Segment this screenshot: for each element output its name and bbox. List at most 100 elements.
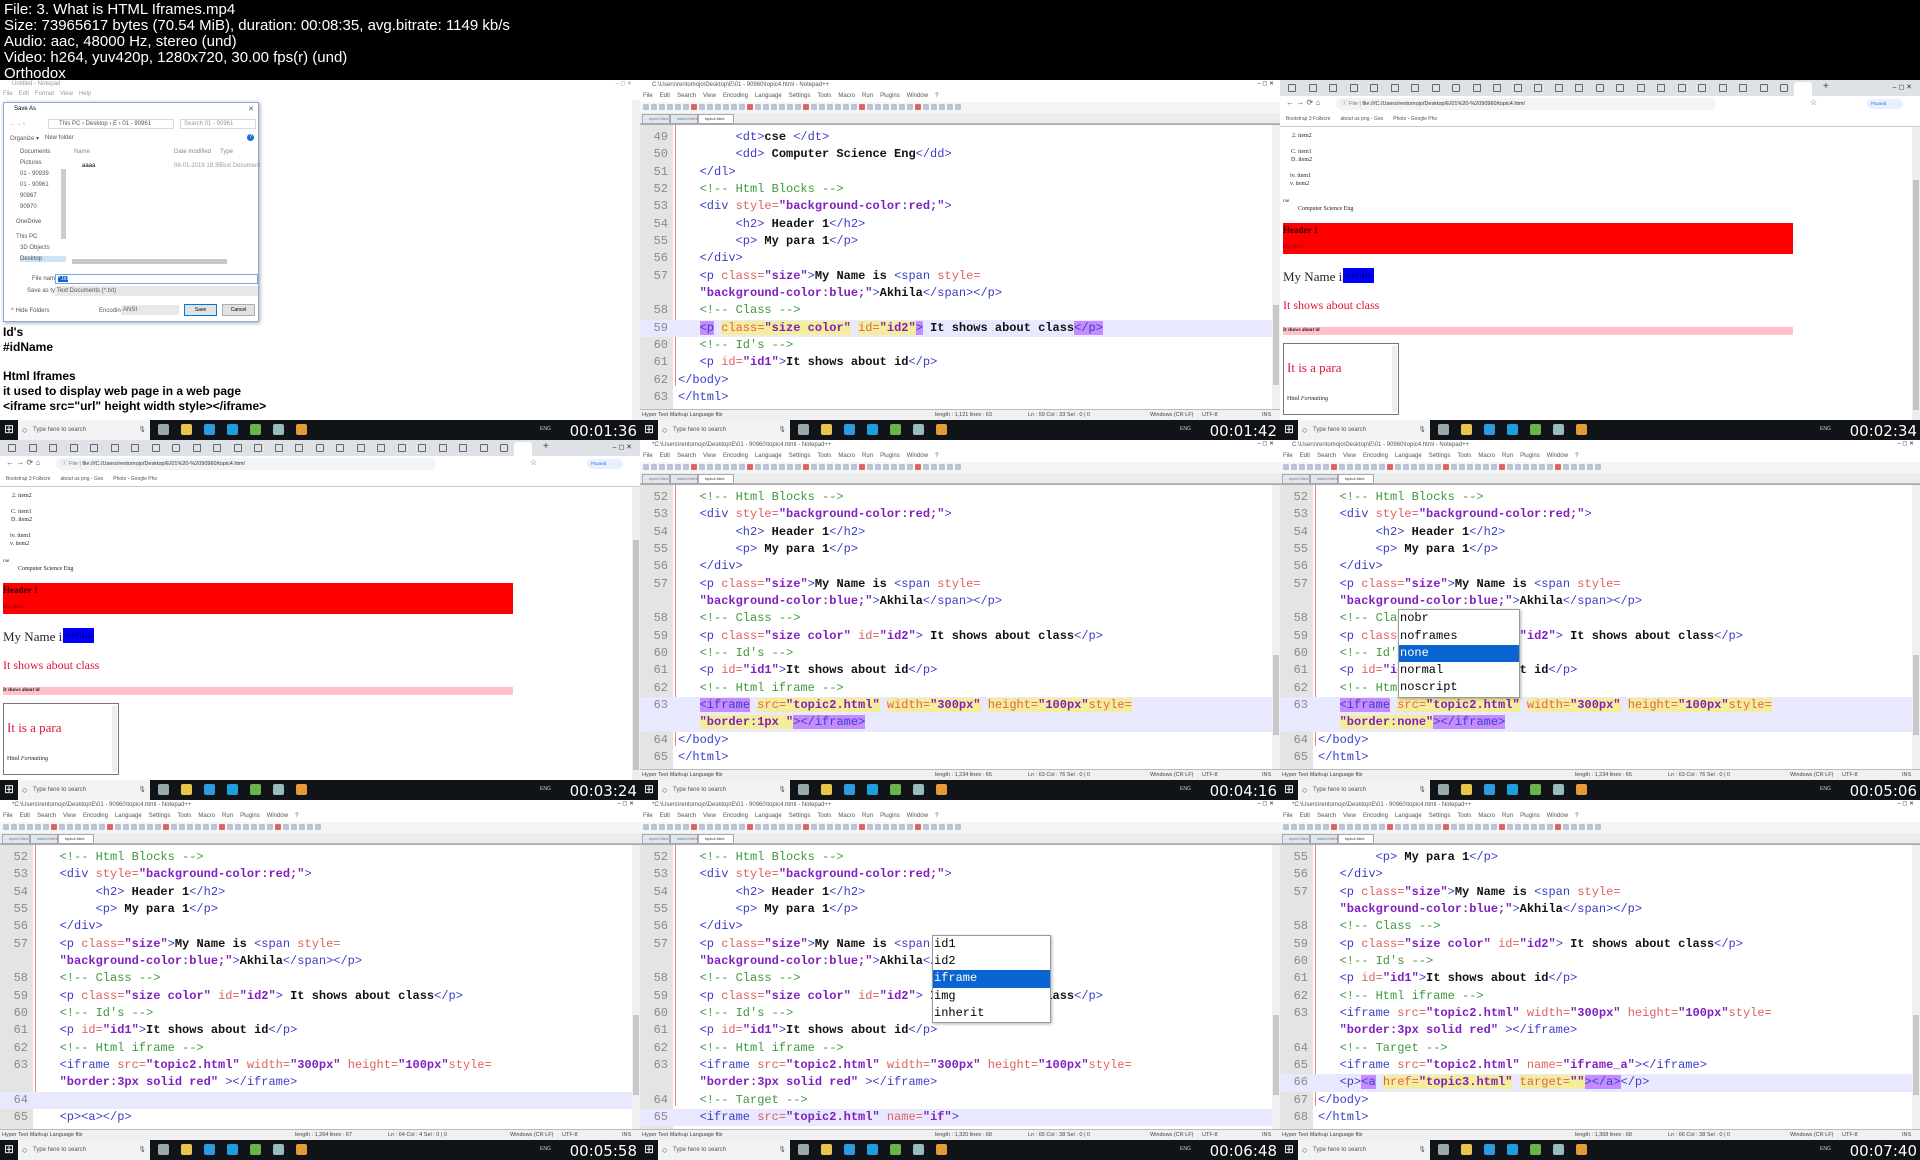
vertical-scrollbar[interactable] xyxy=(1272,125,1280,409)
menu-item[interactable]: Tools xyxy=(1457,451,1471,462)
toolbar-button-icon[interactable] xyxy=(747,104,753,110)
scrollbar-thumb[interactable] xyxy=(1273,1015,1279,1095)
toolbar-button-icon[interactable] xyxy=(819,464,825,470)
toolbar-button-icon[interactable] xyxy=(811,104,817,110)
toolbar-button-icon[interactable] xyxy=(923,824,929,830)
toolbar-button-icon[interactable] xyxy=(667,104,673,110)
window-controls[interactable]: – ◻ ✕ xyxy=(1897,800,1914,807)
file-tab[interactable]: topic4.html xyxy=(1338,474,1374,484)
toolbar-button-icon[interactable] xyxy=(707,824,713,830)
browser-tab[interactable] xyxy=(1472,84,1481,92)
toolbar-button-icon[interactable] xyxy=(1307,464,1313,470)
toolbar-button-icon[interactable] xyxy=(139,824,145,830)
toolbar-button-icon[interactable] xyxy=(819,824,825,830)
toolbar-button-icon[interactable] xyxy=(931,824,937,830)
toolbar-button-icon[interactable] xyxy=(1419,464,1425,470)
vertical-scrollbar[interactable] xyxy=(1912,845,1920,1129)
file-tab[interactable]: topic2.html xyxy=(2,834,30,844)
address-bar[interactable]: ⓘ File | file:///C:/Users/rentomojo/Desk… xyxy=(56,458,436,470)
toolbar-button-icon[interactable] xyxy=(763,824,769,830)
toolbar-button-icon[interactable] xyxy=(1363,464,1369,470)
notepadpp-icon[interactable] xyxy=(1530,784,1541,795)
encoding-select[interactable]: ANSI xyxy=(121,305,179,315)
menu-item[interactable]: Settings xyxy=(789,451,811,462)
menu-item[interactable]: Search xyxy=(1317,811,1336,822)
toolbar-button-icon[interactable] xyxy=(43,824,49,830)
toolbar-button-icon[interactable] xyxy=(1507,824,1513,830)
scrollbar-thumb[interactable] xyxy=(633,1015,639,1095)
window-controls[interactable]: – ◻ ✕ xyxy=(617,800,634,807)
toolbar-button-icon[interactable] xyxy=(251,824,257,830)
autocomplete-item[interactable]: id2 xyxy=(933,953,1050,970)
file-tab[interactable]: index3.html xyxy=(1310,474,1338,484)
nav-item[interactable]: 3D Objects xyxy=(20,245,66,251)
toolbar-button-icon[interactable] xyxy=(795,104,801,110)
toolbar-button-icon[interactable] xyxy=(1371,464,1377,470)
toolbar-button-icon[interactable] xyxy=(923,104,929,110)
path-bar[interactable]: This PC › Desktop › E › 01 - 90961 xyxy=(48,119,174,129)
toolbar-button-icon[interactable] xyxy=(867,104,873,110)
browser-tab[interactable] xyxy=(192,444,201,452)
toolbar-button-icon[interactable] xyxy=(755,464,761,470)
browser-tab[interactable] xyxy=(438,444,447,452)
toolbar-button-icon[interactable] xyxy=(1331,464,1337,470)
toolbar-button-icon[interactable] xyxy=(1299,824,1305,830)
browser-tab[interactable] xyxy=(28,444,37,452)
start-button[interactable]: ⊞ xyxy=(644,1142,654,1156)
toolbar-button-icon[interactable] xyxy=(243,824,249,830)
toolbar-button-icon[interactable] xyxy=(939,824,945,830)
skype-icon[interactable] xyxy=(1507,424,1518,435)
toolbar-button-icon[interactable] xyxy=(907,464,913,470)
toolbar-button-icon[interactable] xyxy=(1411,824,1417,830)
save-type-select[interactable]: Text Documents (*.txt) xyxy=(55,286,258,296)
file-tab[interactable]: index3.html xyxy=(1310,834,1338,844)
help-icon[interactable]: ? xyxy=(247,134,254,141)
toolbar-button-icon[interactable] xyxy=(787,104,793,110)
file-tab[interactable]: topic4.html xyxy=(698,114,734,124)
notepadpp-icon[interactable] xyxy=(250,784,261,795)
vertical-scrollbar[interactable] xyxy=(1912,485,1920,769)
toolbar-button-icon[interactable] xyxy=(1443,824,1449,830)
toolbar-button-icon[interactable] xyxy=(835,464,841,470)
toolbar-button-icon[interactable] xyxy=(795,464,801,470)
toolbar-button-icon[interactable] xyxy=(875,824,881,830)
skype-icon[interactable] xyxy=(867,784,878,795)
toolbar-button-icon[interactable] xyxy=(1483,464,1489,470)
browser-tab[interactable] xyxy=(151,444,160,452)
toolbar-button-icon[interactable] xyxy=(1379,824,1385,830)
browser-tab[interactable] xyxy=(1370,84,1378,92)
toolbar-button-icon[interactable] xyxy=(803,104,809,110)
toolbar-button-icon[interactable] xyxy=(1515,824,1521,830)
toolbar-button-icon[interactable] xyxy=(19,824,25,830)
toolbar-button-icon[interactable] xyxy=(1387,464,1393,470)
menu-item[interactable]: Window xyxy=(907,811,928,822)
file-tab[interactable]: topic2.html xyxy=(642,114,670,124)
browser-tab[interactable] xyxy=(356,444,365,452)
toolbar-button-icon[interactable] xyxy=(1355,464,1361,470)
toolbar-button-icon[interactable] xyxy=(819,104,825,110)
toolbar-button-icon[interactable] xyxy=(755,824,761,830)
browser-tab[interactable] xyxy=(90,444,98,452)
skype-icon[interactable] xyxy=(867,424,878,435)
notepad-scrollbar[interactable] xyxy=(632,100,640,420)
menu-item[interactable]: Run xyxy=(862,811,873,822)
chrome-icon[interactable] xyxy=(844,784,855,795)
toolbar-button-icon[interactable] xyxy=(1499,464,1505,470)
window-controls[interactable]: – ◻ ✕ xyxy=(1257,80,1274,87)
toolbar-button-icon[interactable] xyxy=(67,824,73,830)
menu-item[interactable]: Encoding xyxy=(723,91,748,102)
menu-item[interactable]: Search xyxy=(677,811,696,822)
app-icon[interactable] xyxy=(1576,784,1587,795)
toolbar-button-icon[interactable] xyxy=(843,464,849,470)
app-icon[interactable] xyxy=(273,1144,284,1155)
menu-item[interactable]: Window xyxy=(1547,811,1568,822)
nav-buttons[interactable]: ← → ⟳ ⌂ xyxy=(1286,98,1320,107)
toolbar-button-icon[interactable] xyxy=(867,824,873,830)
toolbar-button-icon[interactable] xyxy=(955,104,961,110)
toolbar-button-icon[interactable] xyxy=(827,104,833,110)
toolbar-button-icon[interactable] xyxy=(1363,824,1369,830)
toolbar-button-icon[interactable] xyxy=(731,104,737,110)
toolbar-button-icon[interactable] xyxy=(1595,464,1601,470)
toolbar-button-icon[interactable] xyxy=(1451,464,1457,470)
toolbar-button-icon[interactable] xyxy=(163,824,169,830)
